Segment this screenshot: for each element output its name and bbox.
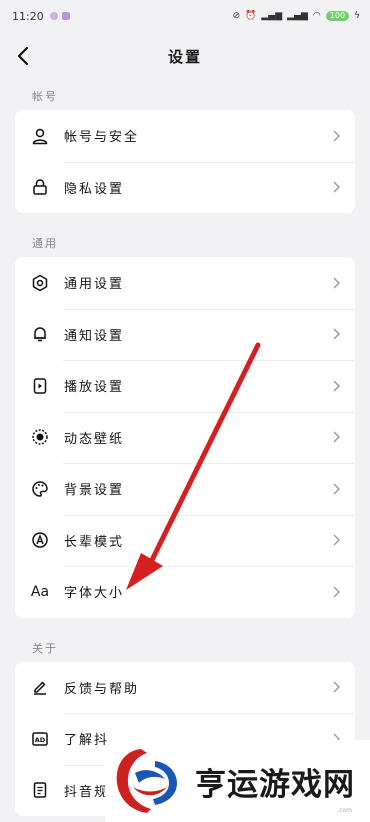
lock-icon — [28, 175, 52, 199]
settings-item-label: 帐号与安全 — [64, 130, 140, 146]
watermark-text: 亨运游戏网 — [195, 766, 355, 803]
watermark-subtext: .com — [337, 807, 352, 814]
settings-item-label: 动态壁纸 — [64, 431, 125, 447]
chevron-right-icon — [333, 380, 340, 392]
bell-icon — [28, 322, 52, 346]
settings-item-label: 长辈模式 — [64, 534, 125, 550]
status-bar: 11:20 ⊘ ⏰ ▂▄▆ ▂▄▆ ◠ 100 ϟ — [0, 0, 370, 32]
settings-item-elder-mode[interactable]: 长辈模式 — [15, 514, 355, 567]
settings-item-label: 播放设置 — [64, 380, 125, 396]
settings-item-account-security[interactable]: 帐号与安全 — [15, 110, 355, 162]
chevron-right-icon — [333, 586, 340, 598]
settings-item-label: 通用设置 — [64, 277, 125, 293]
elder-mode-icon — [28, 528, 52, 552]
document-icon — [28, 778, 52, 802]
battery-icon: 100 — [325, 11, 350, 21]
signal-icon: ▂▄▆ — [287, 11, 308, 21]
signal-icon: ▂▄▆ — [261, 11, 283, 21]
settings-item-playback[interactable]: 播放设置 — [15, 360, 355, 412]
wallpaper-icon — [28, 425, 52, 449]
status-time: 11:20 — [12, 9, 44, 23]
watermark: 亨运游戏网 .com — [105, 740, 370, 822]
settings-item-font-size[interactable]: Aa 字体大小 — [15, 566, 355, 618]
settings-item-privacy[interactable]: 隐私设置 — [15, 161, 355, 214]
section-label-account: 帐号 — [32, 90, 58, 103]
svg-text:AD: AD — [35, 736, 46, 744]
chevron-right-icon — [333, 431, 340, 443]
notification-icon — [49, 12, 58, 20]
chevron-right-icon — [333, 681, 340, 693]
settings-item-label: 背景设置 — [64, 483, 125, 499]
watermark-logo-icon — [116, 749, 177, 813]
settings-item-label: 了解抖 — [64, 733, 110, 749]
palette-icon — [28, 477, 52, 501]
chevron-right-icon — [333, 130, 340, 142]
settings-item-live-wallpaper[interactable]: 动态壁纸 — [15, 411, 355, 464]
ad-icon: AD — [28, 727, 52, 751]
mute-icon: ⊘ — [232, 11, 241, 21]
section-label-general: 通用 — [32, 237, 58, 250]
settings-item-background[interactable]: 背景设置 — [15, 463, 355, 515]
header: 设置 — [0, 32, 370, 82]
play-card-icon — [28, 374, 52, 398]
gear-icon — [28, 271, 52, 295]
settings-item-label: 隐私设置 — [64, 181, 125, 197]
section-label-about: 关于 — [32, 641, 58, 655]
wifi-icon: ◠ — [312, 11, 321, 21]
account-card: 帐号与安全 隐私设置 — [15, 110, 355, 213]
charging-icon: ϟ — [354, 11, 360, 21]
general-card: 通用设置 通知设置 播放设置 动态壁纸 背景设置 长辈模式 Aa 字体大小 — [15, 257, 355, 618]
settings-item-feedback[interactable]: 反馈与帮助 — [15, 662, 355, 714]
notification-icon — [61, 12, 70, 20]
settings-item-notifications[interactable]: 通知设置 — [15, 308, 355, 361]
chevron-right-icon — [333, 534, 340, 546]
font-size-icon: Aa — [30, 583, 50, 600]
settings-item-general[interactable]: 通用设置 — [15, 257, 355, 309]
chevron-right-icon — [333, 483, 340, 495]
settings-item-label: 通知设置 — [64, 328, 125, 344]
person-icon — [28, 124, 52, 148]
settings-item-label: 抖音规 — [64, 784, 110, 800]
chevron-right-icon — [333, 181, 340, 193]
page-title: 设置 — [167, 48, 202, 66]
pen-icon — [28, 675, 52, 699]
alarm-icon: ⏰ — [245, 11, 257, 21]
chevron-right-icon — [333, 277, 340, 289]
settings-item-label: 反馈与帮助 — [64, 681, 140, 697]
settings-item-label: 字体大小 — [64, 586, 125, 602]
chevron-right-icon — [333, 328, 340, 340]
